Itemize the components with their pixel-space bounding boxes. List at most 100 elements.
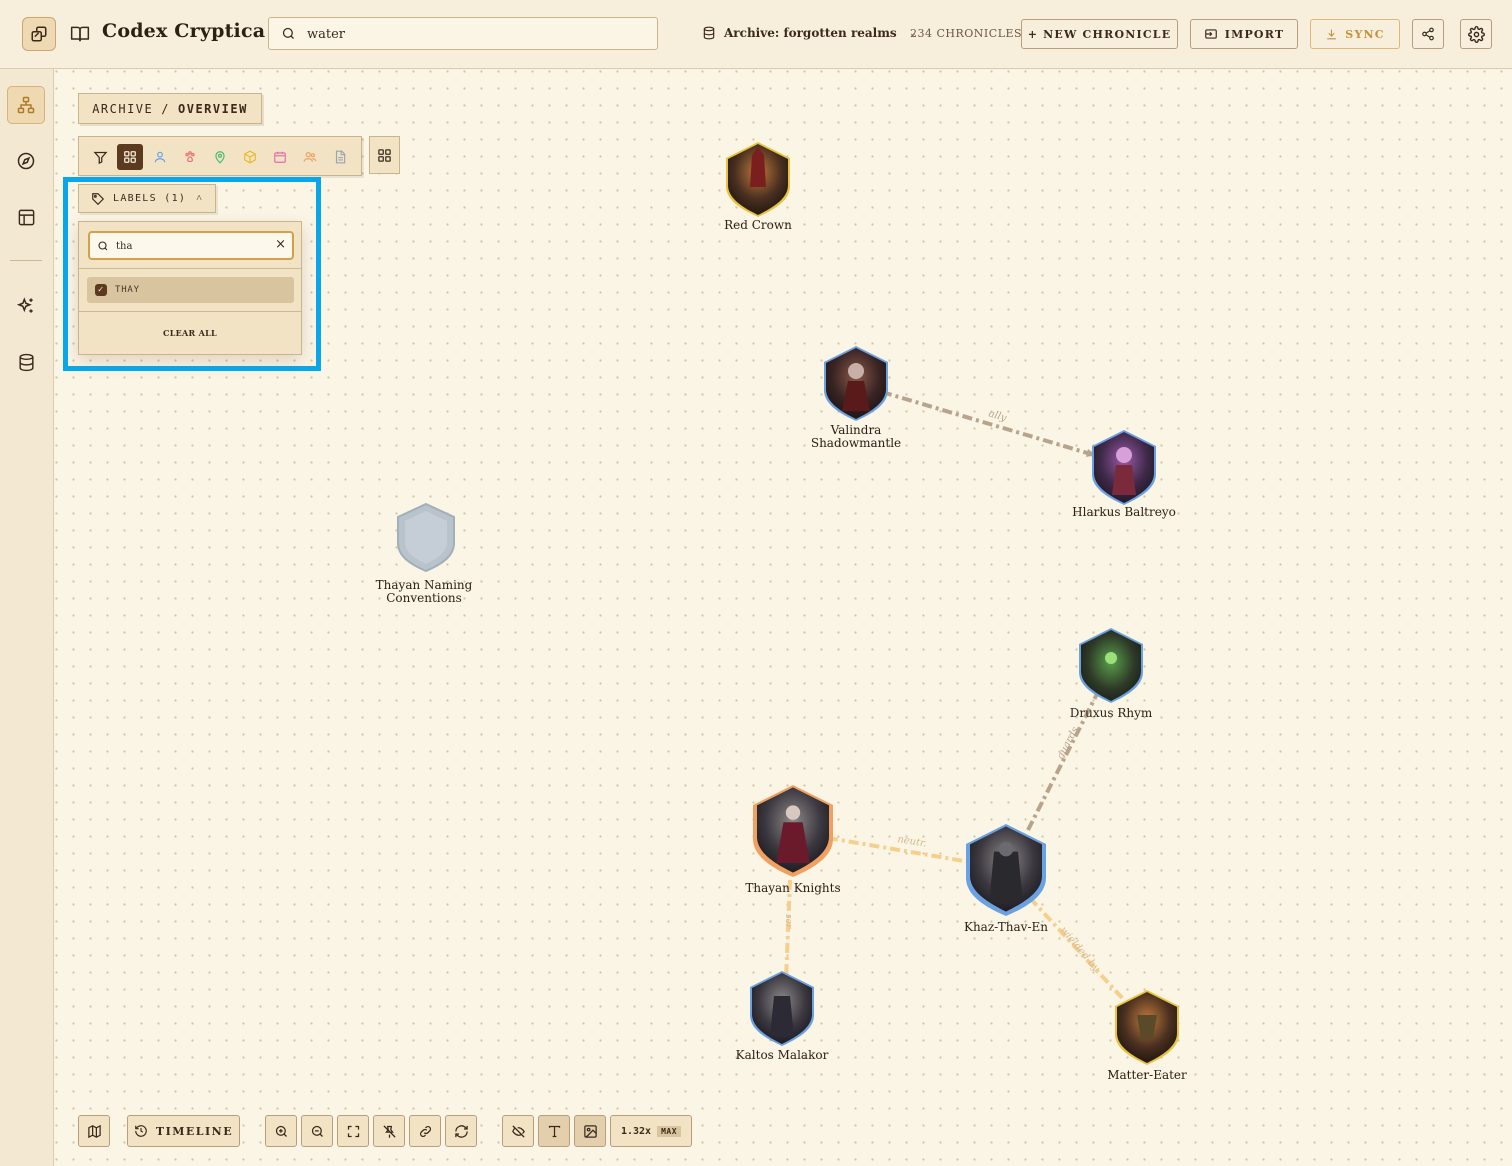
node-label: Red Crown [724,218,792,232]
zoom-value: 1.32x [620,1125,652,1137]
layout-icon [18,209,34,225]
label-search-input[interactable] [116,237,266,255]
unpin-button[interactable] [373,1115,405,1147]
download-icon [1327,29,1337,39]
import-button[interactable]: IMPORT [1190,19,1298,49]
filter-character[interactable] [147,144,173,170]
labels-dropdown-button[interactable]: LABELS (1) ˄ [78,184,216,213]
filter-creature[interactable] [177,144,203,170]
layout-grid-button[interactable] [369,136,400,174]
label-option-text: THAY [115,285,140,295]
import-label: IMPORT [1224,27,1285,41]
sidebar [0,69,54,1166]
book-icon [70,26,90,42]
chevron-up-icon: ˄ [196,193,204,204]
node-label: Thayan Naming Conventions [375,578,473,605]
maximize-icon [347,1125,359,1137]
labels-panel: × ✓ THAY CLEAR ALL [78,221,302,355]
sidebar-item-graph[interactable] [7,86,45,124]
checkbox-checked-icon[interactable]: ✓ [95,284,107,296]
history-icon [135,1125,147,1137]
sync-button[interactable]: SYNC [1310,19,1400,49]
sidebar-item-oracle[interactable] [7,287,45,325]
tag-icon [92,192,105,205]
zoom-out-button[interactable] [301,1115,333,1147]
database-icon [18,353,34,371]
type-filter-bar [78,136,362,176]
label-option-thay[interactable]: ✓ THAY [87,277,294,303]
search-box[interactable] [268,17,658,50]
search-input[interactable] [307,23,637,45]
archive-selector[interactable]: Archive: forgotten realms ⌄ [702,26,917,40]
new-chronicle-label: + NEW CHRONICLE [1027,27,1172,41]
grid-icon [124,151,136,163]
sidebar-divider [10,260,42,261]
node-label: Khaz-Thav-En [963,920,1049,934]
search-icon [98,241,108,251]
image-icon [583,1124,597,1138]
share-button[interactable] [1412,19,1444,49]
paw-icon [185,151,195,162]
import-icon [1204,29,1217,39]
refresh-button[interactable] [445,1115,477,1147]
timeline-button[interactable]: TIMELINE [127,1115,240,1147]
app-logo-button[interactable] [22,17,56,51]
refresh-icon [454,1124,468,1138]
fit-view-button[interactable] [337,1115,369,1147]
link-icon [419,1125,431,1137]
link-button[interactable] [409,1115,441,1147]
clear-all-button[interactable]: CLEAR ALL [79,328,301,338]
grid-icon [378,148,391,162]
breadcrumb-separator: / [161,101,170,116]
node-label: Hlarkus Baltreyo [1072,505,1176,519]
text-toggle-button[interactable] [538,1115,570,1147]
app-title: Codex Cryptica [102,20,266,42]
node-label: Thayan Knights [745,881,841,895]
breadcrumb-current: OVERVIEW [178,101,248,116]
labels-button-label: LABELS (1) [113,193,187,204]
sync-label: SYNC [1345,27,1385,41]
filter-item[interactable] [237,144,263,170]
settings-button[interactable] [1460,19,1492,49]
person-icon [154,151,166,163]
new-chronicle-button[interactable]: + NEW CHRONICLE [1021,19,1178,49]
node-label: Kaltos Malakor [735,1048,829,1062]
label-search-box[interactable]: × [88,231,294,260]
type-icon [548,1125,560,1137]
database-icon [703,26,715,40]
node-label: Matter-Eater [1107,1068,1187,1082]
hide-button[interactable] [502,1115,534,1147]
divider [79,311,301,312]
map-icon [87,1124,101,1138]
chronicle-count: 234 CHRONICLES [910,27,1023,40]
filter-faction[interactable] [297,144,323,170]
graph-icon [17,96,35,114]
funnel-icon [92,151,108,164]
filter-note[interactable] [327,144,353,170]
logo-icon [31,26,47,42]
zoom-max-badge: MAX [657,1125,682,1137]
filter-location[interactable] [207,144,233,170]
filter-button[interactable] [87,144,113,170]
map-pin-icon [215,151,225,164]
archive-label: Archive: forgotten realms [724,26,897,40]
sidebar-item-layout[interactable] [7,198,45,236]
node-label: Druxus Rhym [1069,706,1153,720]
calendar-icon [274,151,286,163]
filter-all[interactable] [117,144,143,170]
document-icon [335,150,346,164]
close-icon[interactable]: × [275,237,286,252]
map-button[interactable] [78,1115,110,1147]
filter-event[interactable] [267,144,293,170]
gear-icon [1467,25,1485,43]
zoom-in-button[interactable] [265,1115,297,1147]
image-toggle-button[interactable] [574,1115,606,1147]
users-icon [303,152,317,162]
pin-off-icon [382,1124,396,1138]
breadcrumb-root[interactable]: ARCHIVE [92,102,153,116]
breadcrumb: ARCHIVE / OVERVIEW [78,93,262,124]
compass-icon [17,152,35,170]
node-label: Valindra Shadowmantle [810,423,902,450]
sidebar-item-database[interactable] [7,343,45,381]
sidebar-item-explore[interactable] [7,142,45,180]
